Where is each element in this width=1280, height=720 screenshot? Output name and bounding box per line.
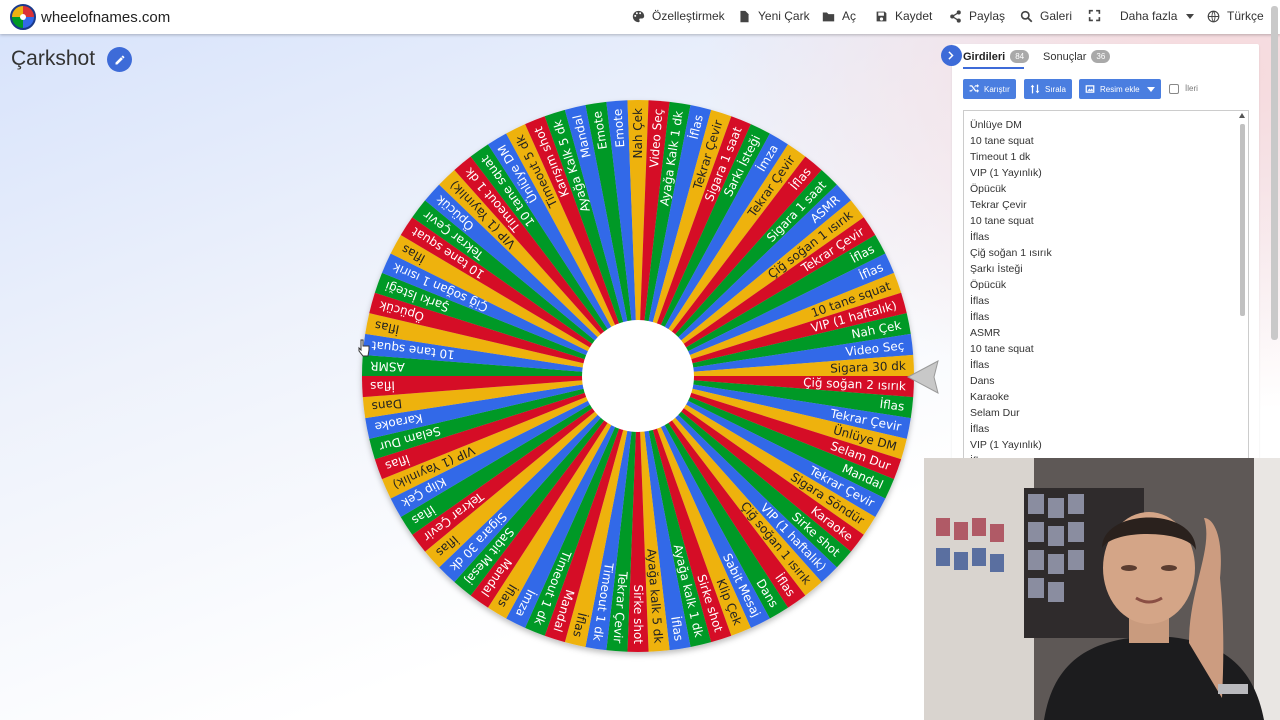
save-label: Kaydet: [895, 9, 933, 23]
entry-line: VIP (1 Yayınlık): [970, 439, 1042, 451]
wheel-center[interactable]: [582, 320, 694, 432]
entry-line: Karaoke: [970, 391, 1010, 403]
entry-line: Öpücük: [970, 279, 1007, 291]
customize-button[interactable]: Özelleştirmek: [632, 9, 725, 23]
entry-line: İflas: [970, 423, 990, 435]
fullscreen-icon: [1088, 9, 1101, 22]
entry-line: 10 tane squat: [970, 215, 1034, 227]
top-bar: wheelofnames.com Özelleştirmek Yeni Çark…: [0, 0, 1280, 34]
more-menu-button[interactable]: Daha fazla: [1120, 9, 1195, 23]
tab-entries[interactable]: Girdileri 84: [963, 50, 1030, 63]
tab-results-label: Sonuçlar: [1043, 50, 1087, 63]
entry-line: Öpücük: [970, 183, 1007, 195]
new-wheel-label: Yeni Çark: [758, 9, 810, 23]
save-button[interactable]: Kaydet: [875, 9, 932, 23]
pencil-icon: [115, 55, 124, 64]
globe-icon: [1207, 10, 1220, 22]
save-icon: [876, 11, 887, 21]
tab-results[interactable]: Sonuçlar 36: [1043, 50, 1111, 63]
add-image-button[interactable]: Resim ekle: [1079, 79, 1161, 99]
share-icon: [950, 9, 961, 23]
hand-cursor-icon: [358, 339, 370, 357]
site-title[interactable]: wheelofnames.com: [41, 9, 170, 26]
share-label: Paylaş: [969, 9, 1006, 23]
entries-textarea[interactable]: Ünlüye DM 10 tane squat Timeout 1 dk VIP (1…: [963, 110, 1249, 458]
entry-line: Dans: [970, 375, 995, 387]
spin-wheel[interactable]: Emote Emote Nah Çek Video SeçAyağa Kalk 1 d…: [350, 88, 926, 664]
language-button[interactable]: Türkçe: [1207, 9, 1264, 23]
entries-scroll-thumb[interactable]: [1240, 124, 1245, 316]
entry-line: 10 tane squat: [970, 135, 1034, 147]
edit-title-button[interactable]: [107, 47, 132, 72]
wheel-pointer-icon: [906, 360, 939, 394]
gallery-label: Galeri: [1040, 9, 1073, 23]
new-wheel-button[interactable]: Yeni Çark: [738, 9, 810, 23]
gallery-button[interactable]: Galeri: [1020, 9, 1072, 23]
logo-icon[interactable]: [10, 4, 36, 30]
sort-button[interactable]: Sırala: [1024, 79, 1072, 99]
shuffle-icon: [969, 84, 979, 93]
wheel-title: Çarkshot: [11, 47, 96, 70]
image-icon: [1085, 85, 1095, 93]
active-tab-indicator: [963, 67, 1024, 69]
chevron-down-icon: [1186, 13, 1195, 19]
entry-line: İflas: [970, 359, 990, 371]
chevron-right-icon: [948, 51, 954, 60]
folder-icon: [822, 11, 835, 21]
entries-count-badge: 84: [1010, 50, 1030, 63]
open-label: Aç: [842, 9, 857, 23]
webcam-overlay: [924, 458, 1280, 720]
wheel-segment-label: Sirke shot: [631, 584, 645, 644]
entry-line: İflas: [970, 231, 990, 243]
wheel-segment-label: Sigara 30 dk: [830, 359, 906, 376]
shuffle-label: Karıştır: [984, 84, 1010, 94]
search-icon: [1020, 10, 1033, 22]
entry-line: ASMR: [970, 327, 1001, 339]
tab-entries-label: Girdileri: [963, 50, 1006, 63]
add-image-label: Resim ekle: [1100, 84, 1140, 94]
sort-icon: [1030, 84, 1040, 94]
customize-label: Özelleştirmek: [652, 9, 725, 23]
entry-line: VIP (1 Yayınlık): [970, 167, 1042, 179]
share-button[interactable]: Paylaş: [949, 9, 1005, 23]
fullscreen-button[interactable]: [1088, 9, 1101, 22]
advanced-label: İleri: [1185, 84, 1198, 93]
wheel-segment-label: İflas: [370, 378, 395, 394]
sort-label: Sırala: [1045, 84, 1066, 94]
chevron-down-icon: [1146, 86, 1155, 92]
entry-line: İflas: [970, 295, 990, 307]
entry-line: Timeout 1 dk: [970, 151, 1031, 163]
entry-line: Çiğ soğan 1 ısırık: [970, 247, 1052, 259]
results-count-badge: 36: [1091, 50, 1111, 63]
wheel-segment-label: Emote: [611, 108, 628, 148]
shuffle-button[interactable]: Karıştır: [963, 79, 1016, 99]
palette-icon: [632, 10, 645, 22]
file-icon: [740, 10, 749, 22]
entry-line: Selam Dur: [970, 407, 1020, 419]
entry-line: Ünlüye DM: [970, 119, 1022, 131]
advanced-checkbox[interactable]: [1169, 84, 1179, 94]
scroll-up-icon[interactable]: [1239, 113, 1245, 118]
wheel-segment-label: İflas: [879, 396, 905, 414]
open-button[interactable]: Aç: [822, 9, 856, 23]
entry-line: İflas: [970, 311, 990, 323]
wheel-segment-label: Nah Çek: [631, 108, 645, 159]
page-scrollbar[interactable]: [1271, 6, 1278, 340]
entry-line: Tekrar Çevir: [970, 199, 1027, 211]
wheel-segment-label: ASMR: [370, 359, 405, 374]
entry-line: Şarkı İsteği: [970, 263, 1023, 275]
more-menu-label: Daha fazla: [1120, 9, 1178, 23]
language-label: Türkçe: [1227, 9, 1264, 23]
entry-line: 10 tane squat: [970, 343, 1034, 355]
collapse-panel-button[interactable]: [941, 45, 962, 66]
